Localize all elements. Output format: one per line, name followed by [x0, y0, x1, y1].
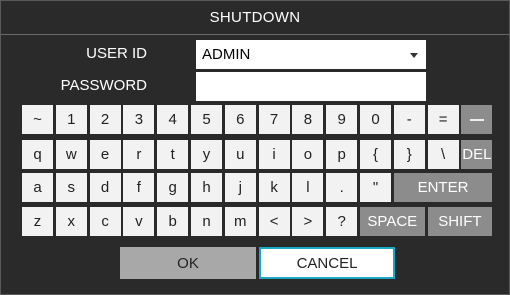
del-key[interactable]: DEL	[461, 140, 493, 169]
password-field[interactable]	[196, 72, 426, 101]
shift-key[interactable]: SHIFT	[427, 207, 493, 236]
key-row3-10[interactable]: "	[360, 173, 391, 202]
key-row2-8[interactable]: o	[292, 140, 324, 169]
cancel-button[interactable]: CANCEL	[259, 247, 395, 279]
space-key[interactable]: SPACE	[360, 207, 425, 236]
dialog-title: SHUTDOWN	[1, 1, 509, 35]
chevron-down-icon	[410, 53, 418, 58]
key-row2-1[interactable]: w	[55, 140, 87, 169]
key-row1-2[interactable]: 2	[89, 105, 121, 134]
key-row1-0[interactable]: ~	[22, 105, 53, 134]
key-row1-4[interactable]: 4	[157, 105, 189, 134]
backspace-icon	[469, 118, 484, 121]
key-row4-7[interactable]: <	[258, 207, 290, 236]
password-label: PASSWORD	[60, 77, 147, 94]
user-id-select[interactable]: ADMIN	[196, 40, 426, 69]
key-row2-2[interactable]: e	[89, 140, 121, 169]
key-row2-6[interactable]: u	[224, 140, 256, 169]
key-row2-10[interactable]: {	[360, 140, 391, 169]
key-row1-7[interactable]: 7	[258, 105, 290, 134]
key-row4-5[interactable]: n	[191, 207, 222, 236]
key-row3-7[interactable]: k	[258, 173, 290, 202]
key-row3-6[interactable]: j	[224, 173, 256, 202]
ok-button[interactable]: OK	[120, 247, 256, 279]
key-row1-8[interactable]: 8	[292, 105, 324, 134]
key-row4-8[interactable]: >	[292, 207, 324, 236]
key-row3-8[interactable]: l	[292, 173, 324, 202]
key-row4-6[interactable]: m	[224, 207, 256, 236]
key-row4-2[interactable]: c	[89, 207, 121, 236]
key-row3-9[interactable]: .	[326, 173, 358, 202]
key-row2-4[interactable]: t	[157, 140, 189, 169]
key-row3-4[interactable]: g	[157, 173, 189, 202]
key-row2-3[interactable]: r	[123, 140, 155, 169]
user-id-label: USER ID	[86, 45, 147, 62]
key-row4-0[interactable]: z	[22, 207, 53, 236]
key-row2-11[interactable]: }	[393, 140, 425, 169]
shutdown-dialog: SHUTDOWN USER ID ADMIN PASSWORD ~1 2 3 4 5 6 7…	[0, 0, 510, 295]
key-row1-1[interactable]: 1	[55, 105, 87, 134]
key-row1-10[interactable]: 0	[360, 105, 391, 134]
key-row2-7[interactable]: i	[258, 140, 290, 169]
key-row3-3[interactable]: f	[123, 173, 155, 202]
key-row1-3[interactable]: 3	[123, 105, 155, 134]
key-row1-11[interactable]: -	[393, 105, 425, 134]
key-row1-9[interactable]: 9	[326, 105, 358, 134]
backspace-key[interactable]	[461, 105, 493, 134]
enter-key[interactable]: ENTER	[393, 173, 493, 202]
key-row1-6[interactable]: 6	[224, 105, 256, 134]
key-row3-0[interactable]: a	[22, 173, 53, 202]
user-id-value: ADMIN	[202, 46, 251, 63]
key-row4-3[interactable]: v	[123, 207, 155, 236]
key-row2-12[interactable]: \	[427, 140, 459, 169]
key-row1-12[interactable]: =	[427, 105, 459, 134]
key-row2-9[interactable]: p	[326, 140, 358, 169]
key-row3-5[interactable]: h	[191, 173, 222, 202]
key-row3-1[interactable]: s	[55, 173, 87, 202]
key-row4-4[interactable]: b	[157, 207, 189, 236]
key-row1-5[interactable]: 5	[191, 105, 222, 134]
key-row4-1[interactable]: x	[55, 207, 87, 236]
key-row4-9[interactable]: ?	[326, 207, 358, 236]
key-row2-0[interactable]: q	[22, 140, 53, 169]
key-row2-5[interactable]: y	[191, 140, 222, 169]
key-row3-2[interactable]: d	[89, 173, 121, 202]
